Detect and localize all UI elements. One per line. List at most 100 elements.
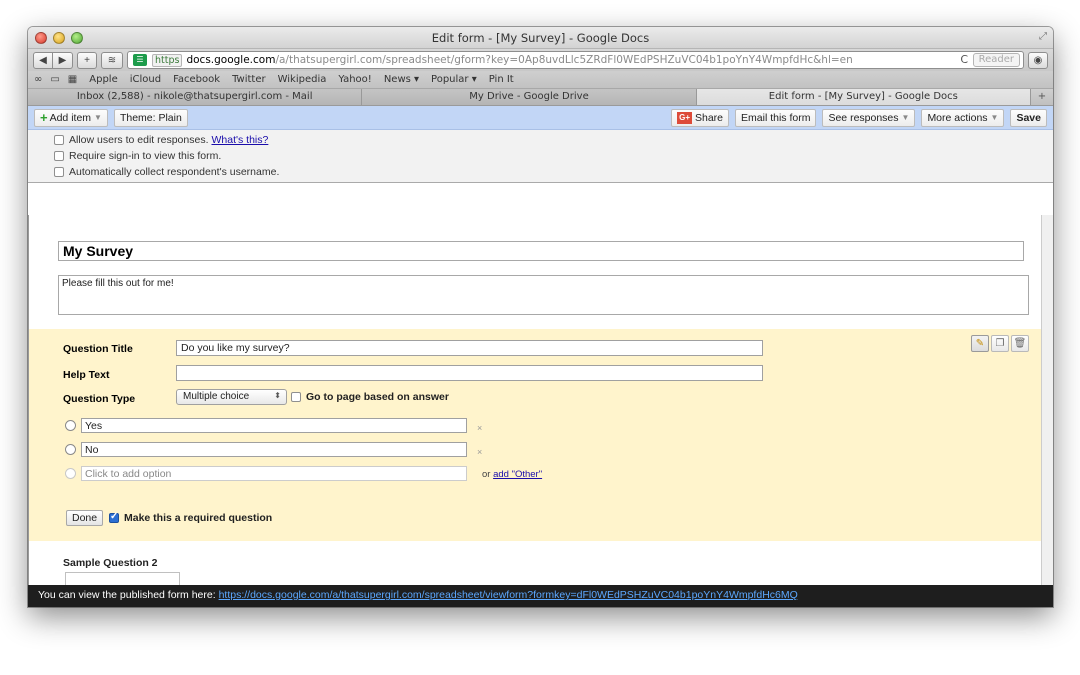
form-settings: Allow users to edit responses. What's th… <box>28 130 1053 183</box>
fullscreen-icon[interactable]: ⤢ <box>1039 31 1047 42</box>
or-text: or <box>482 469 491 480</box>
require-signin-checkbox[interactable] <box>54 151 64 161</box>
see-responses-button[interactable]: See responses ▼ <box>822 108 916 127</box>
question-title-input[interactable]: Do you like my survey? <box>176 340 763 356</box>
published-form-text: You can view the published form here: <box>38 589 216 601</box>
add-other-group: or add "Other" <box>482 469 542 480</box>
tab-bar: Inbox (2,588) - nikole@thatsupergirl.com… <box>28 89 1053 106</box>
see-responses-label: See responses <box>828 111 899 124</box>
sample-question-title: Sample Question 2 <box>63 557 158 569</box>
reload-icon[interactable]: C <box>960 53 968 66</box>
forward-arrow-icon[interactable]: ▶ <box>53 51 73 69</box>
https-badge: https <box>152 53 183 67</box>
more-actions-label: More actions <box>927 111 988 124</box>
form-title-input[interactable]: My Survey <box>58 241 1024 261</box>
back-arrow-icon[interactable]: ◀ <box>33 51 53 69</box>
bookmark-item[interactable]: News ▾ <box>384 74 419 85</box>
question-editor: ✎ ❐ 🗑 Question Title Do you like my surv… <box>29 329 1041 541</box>
bookmark-item[interactable]: Yahoo! <box>338 74 371 85</box>
option-row: Yes <box>65 418 467 433</box>
form-editor: My Survey Please fill this out for me! ✎… <box>28 215 1041 588</box>
collect-username-setting[interactable]: Automatically collect respondent's usern… <box>54 164 1053 180</box>
bookmark-item[interactable]: Pin It <box>489 74 514 85</box>
add-option-input[interactable]: Click to add option <box>81 466 467 481</box>
browser-toolbar: ◀ ▶ + ≋ ☰ https docs.google.com /a/thats… <box>28 49 1053 71</box>
allow-edit-setting[interactable]: Allow users to edit responses. What's th… <box>54 132 1053 148</box>
add-tab-icon[interactable]: + <box>1030 89 1053 105</box>
url-path: /a/thatsupergirl.com/spreadsheet/gform?k… <box>275 54 853 66</box>
bookmark-item[interactable]: Twitter <box>232 74 266 85</box>
option-radio <box>65 468 76 479</box>
published-form-link[interactable]: https://docs.google.com/a/thatsupergirl.… <box>219 589 798 601</box>
add-other-link[interactable]: add "Other" <box>493 469 542 480</box>
duplicate-icon[interactable]: ❐ <box>991 335 1009 352</box>
add-item-button[interactable]: + Add item ▼ <box>34 108 108 127</box>
remove-option-icon[interactable]: × <box>477 447 482 457</box>
share-label: Share <box>695 111 724 124</box>
allow-edit-checkbox[interactable] <box>54 135 64 145</box>
question-title-label: Question Title <box>63 343 133 355</box>
google-plus-icon: G+ <box>677 111 692 124</box>
question-type-select[interactable]: Multiple choice ⬍ <box>176 389 287 405</box>
add-item-label: Add item <box>49 111 92 124</box>
new-tab-button[interactable]: + <box>77 51 97 69</box>
plus-icon: + <box>40 109 48 125</box>
url-domain: docs.google.com <box>186 54 276 66</box>
go-to-page-checkbox[interactable] <box>291 392 301 402</box>
page-scrollbar[interactable] <box>1041 215 1053 585</box>
required-question-label: Make this a required question <box>124 512 273 524</box>
reading-list-icon[interactable]: ∞ <box>34 74 42 85</box>
bookmark-item[interactable]: Popular ▾ <box>431 74 477 85</box>
done-button[interactable]: Done <box>66 510 104 526</box>
add-option-row: Click to add option <box>65 466 467 481</box>
share-button[interactable]: G+ Share <box>671 108 730 127</box>
bookmark-item[interactable]: Apple <box>89 74 117 85</box>
title-bar: Edit form - [My Survey] - Google Docs ⤢ <box>28 27 1053 49</box>
address-bar[interactable]: ☰ https docs.google.com /a/thatsupergirl… <box>127 51 1024 69</box>
question-type-value: Multiple choice <box>183 391 250 402</box>
form-toolbar: + Add item ▼ Theme: Plain G+ Share Email… <box>28 106 1053 130</box>
bookmark-tools: ∞ ▭ ▦ <box>34 74 77 85</box>
require-signin-label: Require sign-in to view this form. <box>69 150 222 162</box>
question-type-label: Question Type <box>63 393 136 405</box>
collect-username-label: Automatically collect respondent's usern… <box>69 166 280 178</box>
require-signin-setting[interactable]: Require sign-in to view this form. <box>54 148 1053 164</box>
top-sites-grid-icon[interactable]: ▦ <box>68 74 77 85</box>
save-button[interactable]: Save <box>1010 108 1047 127</box>
tab-drive[interactable]: My Drive - Google Drive <box>362 89 697 105</box>
reader-button[interactable]: Reader <box>972 53 1020 67</box>
remove-option-icon[interactable]: × <box>477 423 482 433</box>
browser-window: Edit form - [My Survey] - Google Docs ⤢ … <box>28 27 1053 607</box>
bookmark-item[interactable]: iCloud <box>130 74 161 85</box>
go-to-page-label: Go to page based on answer <box>306 391 449 403</box>
bookmark-item[interactable]: Wikipedia <box>278 74 327 85</box>
chevron-down-icon: ▼ <box>901 113 910 122</box>
more-actions-button[interactable]: More actions ▼ <box>921 108 1005 127</box>
select-arrows-icon: ⬍ <box>274 391 281 400</box>
form-description-input[interactable]: Please fill this out for me! <box>58 275 1029 315</box>
option-row: No <box>65 442 467 457</box>
option-input[interactable]: No <box>81 442 467 457</box>
go-to-page-setting[interactable]: Go to page based on answer <box>291 391 449 403</box>
whats-this-link[interactable]: What's this? <box>211 134 268 146</box>
window-title: Edit form - [My Survey] - Google Docs <box>431 31 650 45</box>
required-question-checkbox[interactable] <box>109 511 119 523</box>
option-input[interactable]: Yes <box>81 418 467 433</box>
option-radio <box>65 444 76 455</box>
tab-mail[interactable]: Inbox (2,588) - nikole@thatsupergirl.com… <box>28 89 363 105</box>
tab-edit-form[interactable]: Edit form - [My Survey] - Google Docs <box>696 89 1031 105</box>
email-form-button[interactable]: Email this form <box>735 108 817 127</box>
trash-icon[interactable]: 🗑 <box>1011 335 1029 352</box>
collect-username-checkbox[interactable] <box>54 167 64 177</box>
layers-icon[interactable]: ≋ <box>101 51 123 69</box>
help-text-label: Help Text <box>63 369 110 381</box>
theme-button[interactable]: Theme: Plain <box>113 108 188 127</box>
required-question-setting[interactable]: Make this a required question <box>109 511 273 524</box>
help-text-input[interactable] <box>176 365 763 381</box>
bookmarks-bar: ∞ ▭ ▦ Apple iCloud Facebook Twitter Wiki… <box>28 71 1053 89</box>
bookmarks-book-icon[interactable]: ▭ <box>50 74 59 85</box>
bookmark-item[interactable]: Facebook <box>173 74 220 85</box>
allow-edit-label: Allow users to edit responses. <box>69 134 209 146</box>
download-icon[interactable]: ◉ <box>1028 51 1048 69</box>
pencil-edit-icon[interactable]: ✎ <box>971 335 989 352</box>
